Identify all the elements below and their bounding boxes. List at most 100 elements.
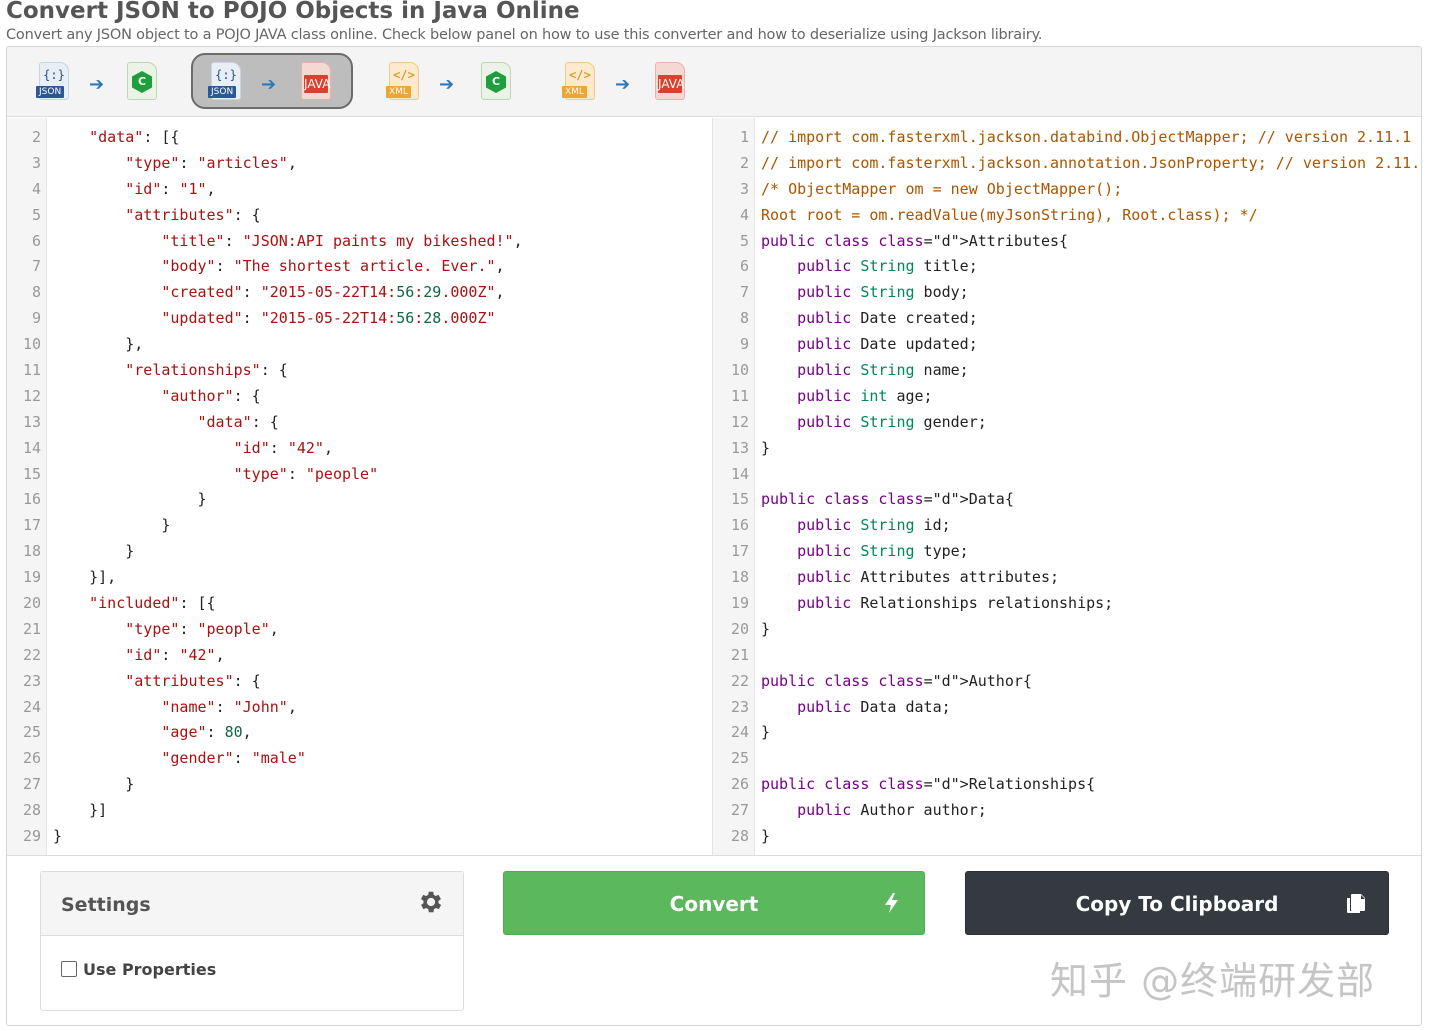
code-text: "updated": "2015-05-22T14:56:28.000Z" [161, 309, 496, 328]
arrow-right-icon: ➔ [261, 74, 277, 95]
converter-json-to-java[interactable]: {:} JSON ➔ JAVA [191, 53, 353, 109]
code-line: 17 } [7, 513, 523, 539]
line-number: 23 [22, 671, 41, 690]
code-line: 21 "type": "people", [7, 617, 523, 643]
code-line: 19 }], [7, 565, 523, 591]
line-number: 21 [730, 645, 749, 664]
code-text: } [761, 827, 771, 846]
line-number: 17 [730, 542, 749, 561]
code-line: 18 } [7, 539, 523, 565]
code-text: "type": "people" [233, 464, 379, 483]
code-line: 1 // import com.fasterxml.jackson.databin… [713, 125, 1421, 151]
code-text: }, [53, 335, 144, 354]
code-line: 11 public int age; [713, 384, 1421, 410]
code-line: 28 }] [7, 798, 523, 824]
settings-header[interactable]: Settings [41, 872, 463, 936]
code-line: 29} [7, 824, 523, 850]
line-number: 25 [730, 749, 749, 768]
gear-icon[interactable] [417, 888, 445, 916]
line-number: 10 [22, 335, 41, 354]
json-input-editor[interactable]: 2 "data": [{3 "type": "articles", 4 "id":… [7, 118, 713, 855]
code-text: "name": "John", [161, 697, 297, 716]
line-number: 19 [730, 594, 749, 613]
code-text: Root root = om.readValue(myJsonString), … [761, 205, 1258, 224]
code-line: 21 [713, 643, 1421, 669]
settings-card: Settings Use Properties [40, 871, 464, 1011]
code-text: "type": "articles", [125, 153, 297, 172]
converter-panel: {:} JSON ➔ C {:} JSON ➔ JAVA </> XML ➔ C… [6, 46, 1422, 1026]
converter-json-to-csharp[interactable]: {:} JSON ➔ C [15, 53, 177, 109]
code-line: 11 "relationships": { [7, 358, 523, 384]
line-number: 5 [739, 231, 749, 250]
code-text: public int age; [797, 386, 933, 405]
code-text: // import com.fasterxml.jackson.databind… [761, 128, 1412, 146]
code-text: "title": "JSON:API paints my bikeshed!", [161, 231, 523, 250]
java-code-lines: 1 // import com.fasterxml.jackson.databin… [713, 125, 1421, 850]
code-text: } [761, 723, 771, 742]
use-properties-checkbox[interactable] [61, 961, 77, 977]
code-line: 22 "id": "42", [7, 643, 523, 669]
line-number: 12 [22, 386, 41, 405]
code-text: public String title; [797, 257, 978, 276]
copy-to-clipboard-button[interactable]: Copy To Clipboard [965, 871, 1389, 935]
code-line: 17 public String type; [713, 539, 1421, 565]
code-line: 5 "attributes": { [7, 203, 523, 229]
code-line: 23 "attributes": { [7, 669, 523, 695]
xml-file-icon: </> XML [386, 62, 419, 100]
line-number: 28 [730, 827, 749, 846]
code-text: // import com.fasterxml.jackson.annotati… [761, 153, 1421, 172]
line-number: 4 [31, 179, 41, 198]
json-code-lines: 2 "data": [{3 "type": "articles", 4 "id":… [7, 125, 523, 850]
java-output-editor[interactable]: 1 // import com.fasterxml.jackson.databin… [713, 118, 1421, 855]
converter-xml-to-csharp[interactable]: </> XML ➔ C [369, 53, 531, 109]
code-line: 14 [713, 462, 1421, 488]
code-line: 20 "included": [{ [7, 591, 523, 617]
code-line: 8 public Date created; [713, 306, 1421, 332]
use-properties-label[interactable]: Use Properties [83, 960, 216, 979]
code-text: "created": "2015-05-22T14:56:29.000Z", [161, 283, 505, 302]
code-line: 14 "id": "42", [7, 436, 523, 462]
code-text: "id": "42", [125, 645, 225, 664]
line-number: 7 [31, 257, 41, 276]
code-text: public String id; [797, 516, 951, 535]
code-text: } [53, 775, 135, 794]
code-line: 24 "name": "John", [7, 695, 523, 721]
arrow-right-icon: ➔ [615, 74, 631, 95]
converter-xml-to-java[interactable]: </> XML ➔ JAVA [545, 53, 707, 109]
line-number: 18 [22, 542, 41, 561]
code-text: public class class="d">Relationships{ [761, 775, 1096, 794]
line-number: 1 [739, 128, 749, 146]
line-number: 11 [22, 361, 41, 380]
csharp-file-icon: C [481, 62, 511, 100]
code-line: 12 "author": { [7, 384, 523, 410]
line-number: 22 [730, 671, 749, 690]
line-number: 14 [22, 438, 41, 457]
code-text: "id": "42", [233, 438, 333, 457]
code-line: 10 }, [7, 332, 523, 358]
arrow-right-icon: ➔ [89, 74, 105, 95]
line-number: 16 [730, 516, 749, 535]
code-line: 25 [713, 746, 1421, 772]
xml-file-icon: </> XML [562, 62, 595, 100]
code-text: "attributes": { [125, 205, 261, 224]
code-text: public Attributes attributes; [797, 568, 1060, 587]
line-number: 9 [31, 309, 41, 328]
line-number: 17 [22, 516, 41, 535]
code-text: }] [53, 801, 108, 820]
line-number: 25 [22, 723, 41, 742]
code-line: 10 public String name; [713, 358, 1421, 384]
code-line: 26 "gender": "male" [7, 746, 523, 772]
line-number: 13 [730, 438, 749, 457]
code-line: 6 public String title; [713, 254, 1421, 280]
line-number: 20 [730, 619, 749, 638]
code-line: 3 /* ObjectMapper om = new ObjectMapper()… [713, 177, 1421, 203]
copy-icon [1347, 894, 1365, 913]
line-number: 15 [730, 490, 749, 509]
code-text: "data": [{ [89, 128, 180, 146]
convert-button[interactable]: Convert [503, 871, 925, 935]
code-text: public Date updated; [797, 335, 978, 354]
code-line: 13} [713, 436, 1421, 462]
code-line: 2 "data": [{ [7, 125, 523, 151]
